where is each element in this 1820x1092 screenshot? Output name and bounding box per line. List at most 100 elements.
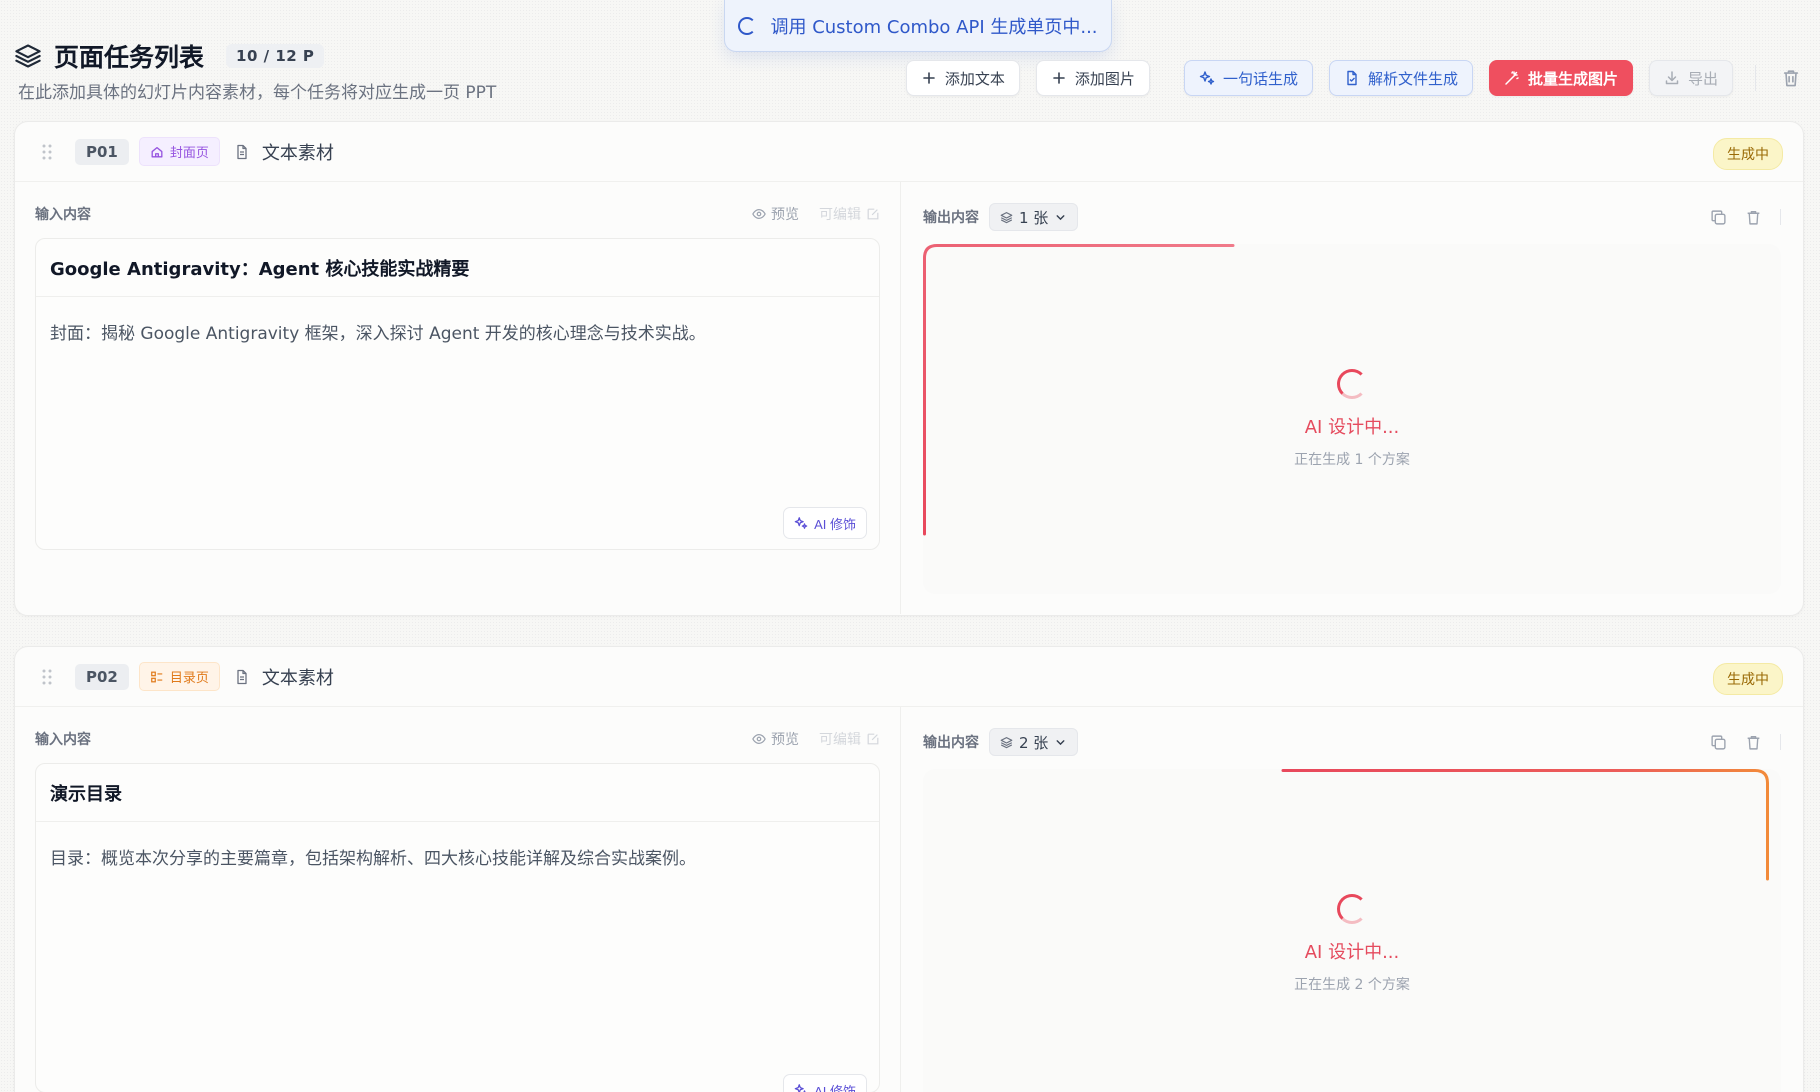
output-preview-area: AI 设计中... 正在生成 2 个方案 xyxy=(923,769,1781,1092)
task-card-body: 输入内容 预览 可编辑 演示目录 目录：概览本次分享的主要篇章，包括架构解析、四… xyxy=(15,707,1803,1092)
file-parse-icon xyxy=(1347,70,1357,86)
status-badge: 生成中 xyxy=(1713,663,1783,695)
list-icon xyxy=(151,671,163,682)
output-pane: 输出内容 2 张 AI 设计中... 正在生成 2 个方案 xyxy=(901,707,1803,1092)
page-type-tag: 目录页 xyxy=(138,662,220,691)
input-content[interactable]: 封面：揭秘 Google Antigravity 框架，深入探讨 Agent 开… xyxy=(36,297,879,366)
one-sentence-label: 一句话生成 xyxy=(1222,69,1298,88)
input-title[interactable]: Google Antigravity：Agent 核心技能实战精要 xyxy=(36,239,879,297)
preview-label: 预览 xyxy=(771,207,799,223)
preview-label: 预览 xyxy=(771,732,799,748)
page-type-tag: 封面页 xyxy=(138,137,220,166)
document-icon xyxy=(237,144,247,159)
input-mode-switch: 预览 可编辑 xyxy=(752,729,880,749)
source-type-label: 文本素材 xyxy=(261,667,334,689)
chevron-down-icon xyxy=(1056,739,1065,745)
task-card: P02 目录页 文本素材 生成中 输入内容 预览 可编辑 演示目录 目录：概览本… xyxy=(14,646,1804,1092)
input-label: 输入内容 xyxy=(35,732,91,748)
sparkles-icon xyxy=(1199,71,1215,85)
sparkles-icon xyxy=(794,517,808,529)
export-label: 导出 xyxy=(1687,69,1718,88)
actions-divider xyxy=(1780,734,1781,750)
add-image-button[interactable]: 添加图片 xyxy=(1035,60,1150,96)
ai-polish-button[interactable]: AI 修饰 xyxy=(783,1074,867,1092)
input-label: 输入内容 xyxy=(35,207,91,223)
eye-icon xyxy=(752,209,766,219)
ai-polish-label: AI 修饰 xyxy=(814,516,856,532)
trash-icon[interactable] xyxy=(1745,734,1762,751)
magic-wand-icon xyxy=(1505,71,1519,85)
drag-handle-icon[interactable] xyxy=(41,143,53,161)
input-mode-switch: 预览 可编辑 xyxy=(752,204,880,224)
page-subtitle: 在此添加具体的幻灯片内容素材，每个任务将对应生成一页 PPT xyxy=(18,83,497,103)
editable-label: 可编辑 xyxy=(819,732,861,748)
toast-text: 调用 Custom Combo API 生成单页中... xyxy=(770,16,1098,38)
input-content[interactable]: 目录：概览本次分享的主要篇章，包括架构解析、四大核心技能详解及综合实战案例。 xyxy=(36,822,879,891)
output-preview-area: AI 设计中... 正在生成 1 个方案 xyxy=(923,244,1781,594)
input-pane: 输入内容 预览 可编辑 演示目录 目录：概览本次分享的主要篇章，包括架构解析、四… xyxy=(15,707,901,1092)
trash-icon xyxy=(1784,70,1798,87)
trash-icon[interactable] xyxy=(1745,209,1762,226)
one-sentence-generate-button[interactable]: 一句话生成 xyxy=(1183,60,1313,96)
preview-toggle[interactable]: 预览 xyxy=(752,729,799,749)
export-button[interactable]: 导出 xyxy=(1648,60,1733,96)
layers-icon xyxy=(1000,211,1013,223)
page-number-badge: P02 xyxy=(75,663,129,690)
input-pane-header: 输入内容 预览 可编辑 xyxy=(35,202,880,226)
input-pane-header: 输入内容 预览 可编辑 xyxy=(35,727,880,751)
clear-all-button[interactable] xyxy=(1778,65,1804,91)
input-editor[interactable]: Google Antigravity：Agent 核心技能实战精要 封面：揭秘 … xyxy=(35,238,880,550)
page-header: 页面任务列表 10 / 12 P 在此添加具体的幻灯片内容素材，每个任务将对应生… xyxy=(14,36,1804,106)
layers-icon xyxy=(15,44,41,68)
page-count-badge: 10 / 12 P xyxy=(226,44,325,68)
page-title: 页面任务列表 xyxy=(54,43,205,72)
page-type-label: 目录页 xyxy=(169,671,209,686)
drag-handle-icon[interactable] xyxy=(41,668,53,686)
task-card-header: P01 封面页 文本素材 生成中 xyxy=(15,122,1803,182)
copy-icon[interactable] xyxy=(1710,734,1727,751)
output-count-value: 1 张 xyxy=(1019,208,1049,227)
output-pane-header: 输出内容 1 张 xyxy=(923,202,1781,232)
source-type-label: 文本素材 xyxy=(261,142,334,164)
add-image-label: 添加图片 xyxy=(1074,69,1135,88)
input-pane: 输入内容 预览 可编辑 Google Antigravity：Agent 核心技… xyxy=(15,182,901,614)
document-icon xyxy=(237,669,247,684)
batch-generate-images-button[interactable]: 批量生成图片 xyxy=(1488,60,1633,96)
copy-icon[interactable] xyxy=(1710,209,1727,226)
ai-polish-button[interactable]: AI 修饰 xyxy=(783,507,867,539)
output-pane-header: 输出内容 2 张 xyxy=(923,727,1781,757)
page-type-label: 封面页 xyxy=(169,146,209,161)
progress-border xyxy=(923,244,1235,536)
output-label: 输出内容 xyxy=(923,210,979,226)
plus-icon xyxy=(923,72,935,84)
preview-toggle[interactable]: 预览 xyxy=(752,204,799,224)
parse-file-label: 解析文件生成 xyxy=(1367,69,1458,88)
actions-divider xyxy=(1780,209,1781,225)
output-count-select[interactable]: 2 张 xyxy=(989,728,1079,756)
add-text-label: 添加文本 xyxy=(944,69,1005,88)
chevron-down-icon xyxy=(1056,214,1065,220)
output-label: 输出内容 xyxy=(923,735,979,751)
page-number-badge: P01 xyxy=(75,138,129,165)
task-card-header: P02 目录页 文本素材 生成中 xyxy=(15,647,1803,707)
eye-icon xyxy=(752,734,766,744)
parse-file-generate-button[interactable]: 解析文件生成 xyxy=(1328,60,1473,96)
output-count-select[interactable]: 1 张 xyxy=(989,203,1079,231)
progress-border xyxy=(1281,769,1769,881)
status-badge: 生成中 xyxy=(1713,138,1783,170)
sparkles-icon xyxy=(794,1084,806,1092)
editable-toggle[interactable]: 可编辑 xyxy=(819,729,880,749)
toolbar: 添加文本 添加图片 一句话生成 解析文件生成 批量生成图片 导出 xyxy=(905,60,1804,96)
add-text-button[interactable]: 添加文本 xyxy=(905,60,1020,96)
batch-images-label: 批量生成图片 xyxy=(1527,69,1618,88)
input-editor[interactable]: 演示目录 目录：概览本次分享的主要篇章，包括架构解析、四大核心技能详解及综合实战… xyxy=(35,763,880,1092)
output-actions xyxy=(1710,209,1781,226)
download-icon xyxy=(1665,71,1679,85)
layers-icon xyxy=(1000,736,1013,748)
input-title[interactable]: 演示目录 xyxy=(36,764,879,822)
plus-icon xyxy=(1053,72,1065,84)
title-row: 页面任务列表 10 / 12 P xyxy=(14,38,325,74)
toolbar-divider xyxy=(1755,65,1756,91)
task-card-body: 输入内容 预览 可编辑 Google Antigravity：Agent 核心技… xyxy=(15,182,1803,614)
editable-toggle[interactable]: 可编辑 xyxy=(819,204,880,224)
